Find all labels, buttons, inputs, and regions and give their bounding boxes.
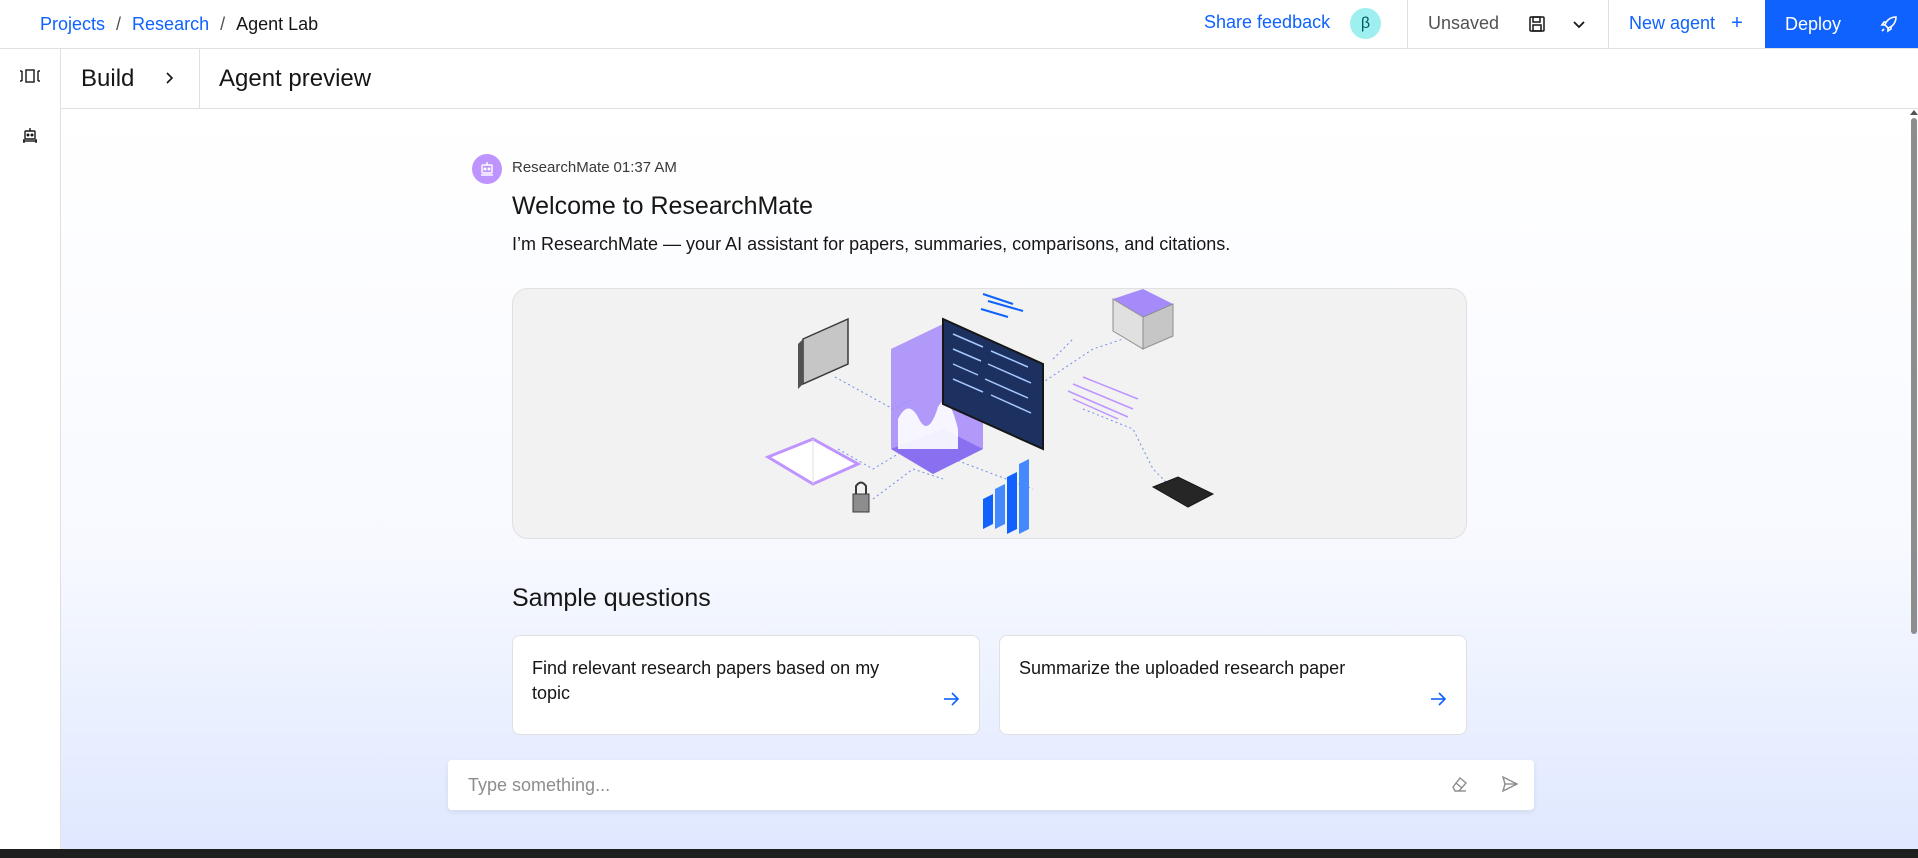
agent-avatar (472, 154, 502, 184)
left-rail (0, 49, 61, 849)
sample-question-card[interactable]: Summarize the uploaded research paper (999, 635, 1467, 735)
bar-chart-icon (983, 459, 1029, 534)
scrollbar[interactable] (1910, 110, 1918, 640)
folder-icon (798, 317, 849, 389)
chevron-down-icon[interactable] (1569, 14, 1589, 39)
scrollbar-thumb[interactable] (1911, 118, 1917, 634)
beta-badge: β (1350, 8, 1381, 39)
eraser-icon[interactable] (1449, 774, 1469, 799)
breadcrumb-separator: / (220, 13, 226, 34)
deploy-button[interactable]: Deploy (1765, 0, 1918, 48)
breadcrumb: Projects / Research / Agent Lab (40, 0, 318, 48)
message-time: 01:37 AM (613, 159, 677, 176)
breadcrumb-projects[interactable]: Projects (40, 14, 105, 35)
book-icon (764, 437, 862, 486)
share-feedback-link[interactable]: Share feedback (1204, 12, 1330, 33)
divider (1407, 0, 1408, 48)
save-status: Unsaved (1428, 13, 1500, 33)
new-agent-label: New agent (1629, 13, 1716, 33)
lock-icon (852, 481, 870, 513)
server-stack-icon (1112, 289, 1174, 350)
sample-question-card[interactable]: Find relevant research papers based on m… (512, 635, 980, 735)
new-agent-button[interactable]: New agent + (1629, 12, 1743, 35)
welcome-illustration (512, 288, 1467, 539)
taskbar-strip (0, 849, 1918, 858)
scroll-up-arrow[interactable] (1910, 110, 1918, 115)
welcome-body: I’m ResearchMate — your AI assistant for… (512, 234, 1231, 254)
sidebar-toggle-icon[interactable] (19, 65, 41, 87)
breadcrumb-separator: / (116, 13, 122, 34)
page-title: Agent preview (219, 65, 372, 92)
deploy-label: Deploy (1785, 13, 1842, 34)
plus-icon: + (1731, 12, 1743, 34)
send-icon[interactable] (1500, 774, 1520, 799)
sample-questions-title: Sample questions (512, 584, 711, 612)
chevron-right-icon[interactable] (161, 69, 179, 92)
message-composer (448, 760, 1534, 810)
message-input[interactable] (468, 774, 1368, 796)
welcome-title: Welcome to ResearchMate (512, 192, 814, 220)
top-header: Projects / Research / Agent Lab Share fe… (0, 0, 1918, 49)
message-meta: ResearchMate 01:37 AM (512, 159, 677, 176)
agent-icon[interactable] (19, 125, 41, 147)
arrow-right-icon (1428, 689, 1448, 716)
arrow-right-icon (941, 689, 961, 716)
document-lines-icon (1067, 376, 1139, 420)
code-lines-icon (980, 293, 1024, 318)
rocket-icon (1878, 13, 1900, 40)
divider (1608, 0, 1609, 48)
phone-icon (1151, 476, 1215, 508)
sub-header: Build Agent preview (61, 49, 1918, 109)
monitor-icon (891, 317, 1044, 474)
build-label[interactable]: Build (81, 65, 134, 93)
save-icon[interactable] (1527, 14, 1547, 39)
sample-question-text: Summarize the uploaded research paper (1019, 658, 1346, 678)
breadcrumb-current: Agent Lab (236, 13, 319, 34)
breadcrumb-research[interactable]: Research (132, 14, 209, 35)
sender-name: ResearchMate (512, 159, 610, 176)
divider (199, 49, 200, 108)
sample-question-text: Find relevant research papers based on m… (532, 658, 880, 703)
